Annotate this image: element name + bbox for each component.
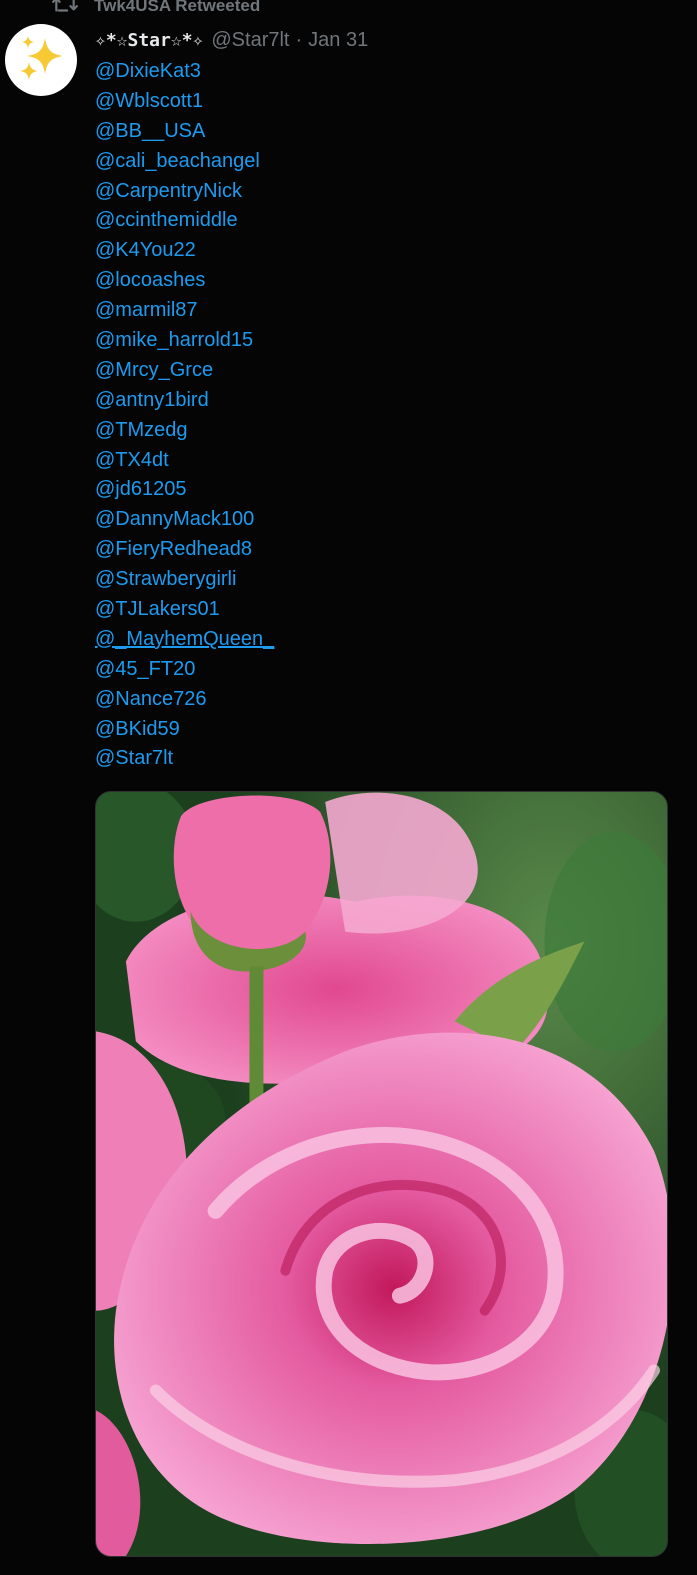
- mention-link[interactable]: @antny1bird: [95, 386, 274, 416]
- mention-list: @DixieKat3 @Wblscott1 @BB__USA @cali_bea…: [95, 57, 274, 774]
- tweet-date[interactable]: Jan 31: [308, 29, 368, 52]
- user-handle[interactable]: @Star7lt: [211, 29, 289, 52]
- mention-link[interactable]: @DixieKat3: [95, 57, 274, 87]
- retweet-label: Twk4USA Retweeted: [94, 0, 261, 15]
- mention-link-hovered[interactable]: @_MayhemQueen_: [95, 625, 274, 655]
- mention-link[interactable]: @Wblscott1: [95, 87, 274, 117]
- mention-link[interactable]: @Mrcy_Grce: [95, 356, 274, 386]
- mention-link[interactable]: @K4You22: [95, 236, 274, 266]
- mention-link[interactable]: @TMzedg: [95, 416, 274, 446]
- display-name[interactable]: ✧*☆Star☆*✧: [95, 30, 203, 51]
- mention-link[interactable]: @Strawberygirli: [95, 565, 274, 595]
- rose-photo: [96, 792, 667, 1556]
- mention-link[interactable]: @mike_harrold15: [95, 326, 274, 356]
- avatar[interactable]: [5, 24, 77, 96]
- mention-link[interactable]: @BB__USA: [95, 117, 274, 147]
- retweet-icon: [52, 0, 94, 20]
- mention-link[interactable]: @cali_beachangel: [95, 147, 274, 177]
- tweet-header: ✧*☆Star☆*✧ @Star7lt · Jan 31: [95, 26, 368, 54]
- mention-link[interactable]: @45_FT20: [95, 655, 274, 685]
- retweet-context[interactable]: Twk4USA Retweeted: [52, 0, 260, 18]
- tweet-photo[interactable]: [95, 791, 668, 1557]
- mention-link[interactable]: @jd61205: [95, 475, 274, 505]
- mention-link[interactable]: @CarpentryNick: [95, 177, 274, 207]
- sparkles-icon: [15, 32, 67, 89]
- mention-link[interactable]: @BKid59: [95, 715, 274, 745]
- mention-link[interactable]: @DannyMack100: [95, 505, 274, 535]
- mention-link[interactable]: @Star7lt: [95, 744, 274, 774]
- mention-link[interactable]: @TJLakers01: [95, 595, 274, 625]
- mention-link[interactable]: @TX4dt: [95, 446, 274, 476]
- mention-link[interactable]: @FieryRedhead8: [95, 535, 274, 565]
- mention-link[interactable]: @locoashes: [95, 266, 274, 296]
- mention-link[interactable]: @Nance726: [95, 685, 274, 715]
- header-separator: ·: [295, 28, 303, 51]
- mention-link[interactable]: @marmil87: [95, 296, 274, 326]
- mention-link[interactable]: @ccinthemiddle: [95, 206, 274, 236]
